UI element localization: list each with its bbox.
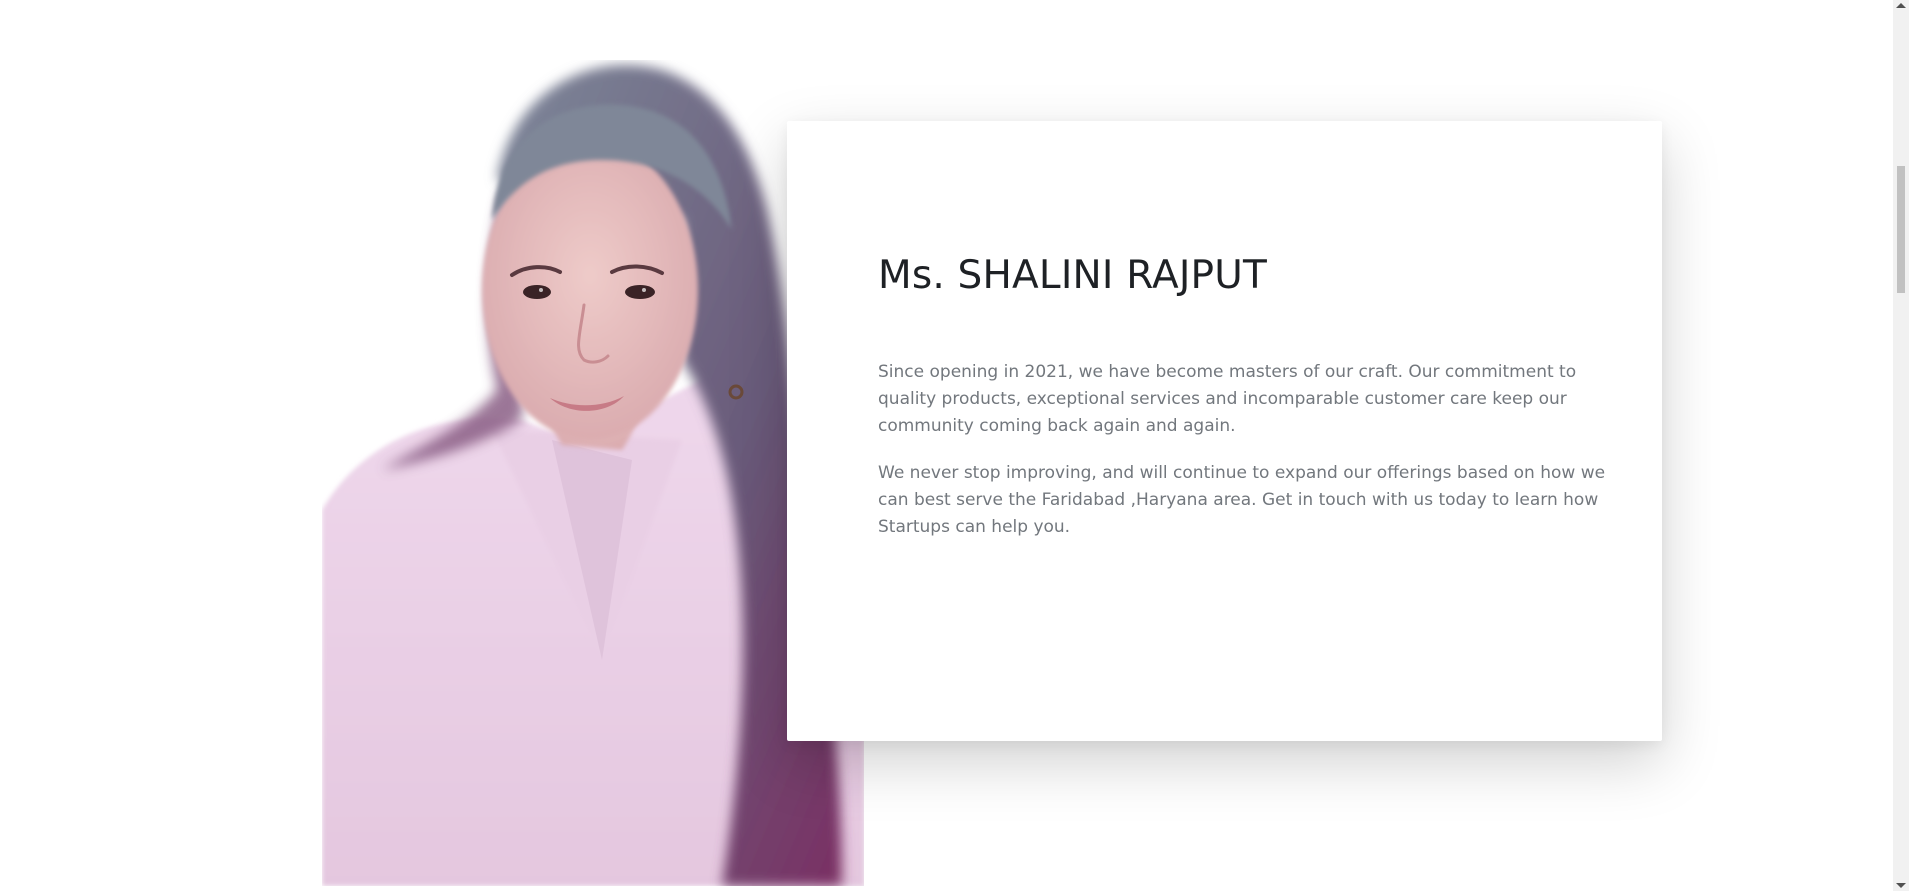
- scroll-up-arrow-icon[interactable]: [1896, 3, 1906, 8]
- profile-name: Ms. SHALINI RAJPUT: [878, 253, 1268, 298]
- profile-paragraph-2: We never stop improving, and will contin…: [878, 463, 1606, 537]
- profile-card: Ms. SHALINI RAJPUT Since opening in 2021…: [787, 121, 1662, 741]
- scroll-down-arrow-icon[interactable]: [1896, 883, 1906, 888]
- profile-paragraph-1: Since opening in 2021, we have become ma…: [878, 362, 1577, 436]
- scrollbar-thumb[interactable]: [1897, 166, 1905, 293]
- profile-section: Ms. SHALINI RAJPUT Since opening in 2021…: [0, 0, 1909, 891]
- vertical-scrollbar[interactable]: [1893, 0, 1909, 891]
- portrait-photo: [322, 60, 864, 886]
- profile-card-content: Ms. SHALINI RAJPUT Since opening in 2021…: [878, 253, 1620, 561]
